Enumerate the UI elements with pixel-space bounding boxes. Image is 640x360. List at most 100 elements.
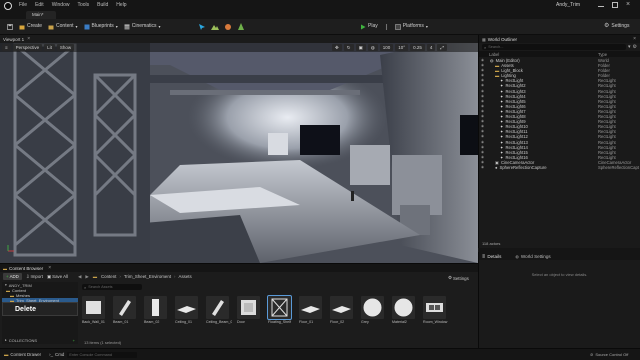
asset-tile[interactable]: Beam_02	[144, 296, 170, 324]
gear-icon[interactable]: ⚙	[633, 44, 637, 50]
close-icon[interactable]: ×	[626, 1, 630, 8]
asset-tile[interactable]: Back_Wall_01	[82, 296, 108, 324]
camera-speed-value[interactable]: 4	[426, 44, 436, 51]
translate-tool-icon[interactable]: ✥	[332, 44, 342, 51]
source-control-status[interactable]: ⊘ Source Control Off	[590, 352, 628, 357]
level-viewport[interactable]	[0, 35, 478, 263]
menu-help[interactable]: Help	[112, 0, 130, 10]
rotate-tool-icon[interactable]: ↻	[343, 44, 354, 51]
content-browser-toolbar: + ADD ⇩ Import ▣ Save All ◀ ▶ ▬ Content …	[0, 272, 478, 281]
filter-icon[interactable]: ▾	[628, 44, 631, 50]
asset-search-input[interactable]: ⌕ Search Assets	[82, 284, 142, 290]
breadcrumb-content[interactable]: Content	[101, 274, 116, 279]
platforms-button[interactable]: Platforms ▾	[392, 22, 431, 31]
create-button[interactable]: Create	[16, 22, 45, 31]
asset-thumbnail	[237, 296, 260, 319]
settings-label: Settings	[611, 23, 630, 29]
grid-snap-value[interactable]: 100	[379, 44, 394, 51]
save-icon: ▣	[47, 273, 52, 279]
foliage-mode-icon[interactable]	[237, 22, 245, 31]
asset-preview-flat	[332, 306, 351, 313]
play-button[interactable]: Play	[357, 22, 381, 31]
add-button[interactable]: + ADD	[3, 273, 22, 280]
scale-snap-value[interactable]: 0.25	[410, 44, 425, 51]
outliner-search-input[interactable]: ⌕ Search...	[482, 44, 626, 50]
save-button[interactable]	[4, 22, 16, 31]
settings-button[interactable]: ⚙ Settings	[601, 22, 632, 31]
add-collection-icon[interactable]: +	[73, 338, 75, 343]
asset-tile[interactable]: Ceiling_Beam_01	[206, 296, 232, 324]
outliner-col-label[interactable]: Label	[489, 52, 499, 57]
landscape-mode-icon[interactable]	[211, 23, 219, 31]
lit-button[interactable]: Lit	[44, 44, 55, 51]
breadcrumb-assets[interactable]: Assets	[179, 274, 192, 279]
asset-tile[interactable]: Floor_01	[299, 296, 325, 324]
tab-level-main[interactable]: Main*	[26, 11, 56, 19]
import-button[interactable]: ⇩ Import	[26, 274, 43, 280]
maximize-viewport-icon[interactable]: ⤢	[437, 44, 447, 51]
scale-tool-icon[interactable]: ▣	[355, 44, 366, 51]
import-label: Import	[30, 274, 43, 279]
asset-preview-block	[86, 301, 101, 314]
tab-viewport[interactable]: Viewport 1	[3, 37, 24, 42]
play-options-icon[interactable]	[384, 23, 389, 30]
outliner-row[interactable]: ◉ ● SphereReflectionCapture SphereReflectio…	[479, 165, 640, 170]
asset-tile[interactable]: Floating_Shelf	[267, 295, 294, 324]
asset-thumbnail	[113, 296, 136, 319]
close-icon[interactable]: ×	[27, 36, 30, 42]
breadcrumb-trim-sheet[interactable]: Trim_Sheet_Enviroment	[124, 274, 171, 279]
outliner-tab[interactable]: ▦ World Outliner ×	[479, 35, 640, 43]
asset-tile[interactable]: Material2	[392, 296, 418, 324]
asset-tile[interactable]: Door	[237, 296, 263, 324]
console-input[interactable]: Enter Console Command	[67, 351, 138, 358]
search-icon: ⌕	[484, 44, 487, 50]
blueprints-button[interactable]: Blueprints ▾	[81, 22, 121, 31]
asset-label: Floor_02	[330, 320, 345, 324]
asset-tile[interactable]: Grey	[361, 296, 387, 324]
asset-tile[interactable]: Room_Window	[423, 296, 449, 324]
asset-tile[interactable]: Floor_02	[330, 296, 356, 324]
minimize-icon[interactable]	[598, 6, 604, 7]
tab-details[interactable]: ≣ Details	[482, 254, 501, 259]
content-button[interactable]: Content ▾	[45, 22, 81, 31]
content-drawer-button[interactable]: ▬ Content Drawer	[4, 352, 41, 357]
cb-settings-button[interactable]: ⚙ Settings	[448, 275, 469, 281]
asset-tile[interactable]: Ceiling_01	[175, 296, 201, 324]
asset-label: Material2	[392, 320, 407, 324]
world-space-icon[interactable]: ◍	[367, 44, 378, 51]
menu-edit[interactable]: Edit	[31, 0, 48, 10]
forward-icon[interactable]: ▶	[85, 274, 88, 280]
perspective-button[interactable]: Perspective	[12, 44, 43, 51]
outliner-tree: ◉ ◍ Main (Editor) World ◉ ▬ Assets Folder ◉ ▬ Ligh…	[479, 57, 640, 170]
maximize-icon[interactable]	[612, 1, 618, 8]
asset-label: Floating_Shelf	[268, 320, 291, 324]
collections-header[interactable]: ▸ COLLECTIONS +	[2, 337, 78, 343]
content-browser-tab[interactable]: ▬ Content Browser ×	[0, 264, 478, 272]
cinematics-button[interactable]: Cinematics ▾	[121, 22, 164, 31]
chevron-down-icon: ▾	[75, 24, 78, 29]
cmd-button[interactable]: ›_ Cmd	[49, 352, 64, 357]
menu-tools[interactable]: Tools	[73, 0, 93, 10]
tab-world-settings[interactable]: ◍ World Settings	[515, 254, 550, 259]
visibility-eye-icon[interactable]: ◉	[481, 165, 484, 170]
asset-tile[interactable]: Beam_01	[113, 296, 139, 324]
outliner-col-type[interactable]: Type	[598, 52, 607, 57]
outliner-row-label: SphereReflectionCapture	[499, 164, 547, 170]
asset-preview-truss	[271, 298, 288, 317]
title-bar: File Edit Window Tools Build Help Andy_T…	[0, 0, 640, 10]
menu-window[interactable]: Window	[48, 0, 74, 10]
close-icon[interactable]: ×	[48, 265, 51, 271]
viewport-menu-button[interactable]: ≡	[2, 44, 11, 51]
select-mode-icon[interactable]	[198, 23, 206, 31]
close-icon[interactable]: ×	[633, 36, 636, 42]
show-button[interactable]: Show	[56, 44, 75, 51]
paint-mode-icon[interactable]	[224, 23, 232, 31]
rotate-snap-value[interactable]: 10°	[395, 44, 409, 51]
delete-menu-item[interactable]: Delete	[15, 306, 36, 313]
asset-label: Ceiling_01	[175, 320, 192, 324]
menu-build[interactable]: Build	[93, 0, 112, 10]
back-icon[interactable]: ◀	[78, 274, 81, 280]
menu-file[interactable]: File	[15, 0, 31, 10]
play-icon	[361, 24, 366, 29]
save-all-button[interactable]: ▣ Save All	[47, 274, 68, 280]
